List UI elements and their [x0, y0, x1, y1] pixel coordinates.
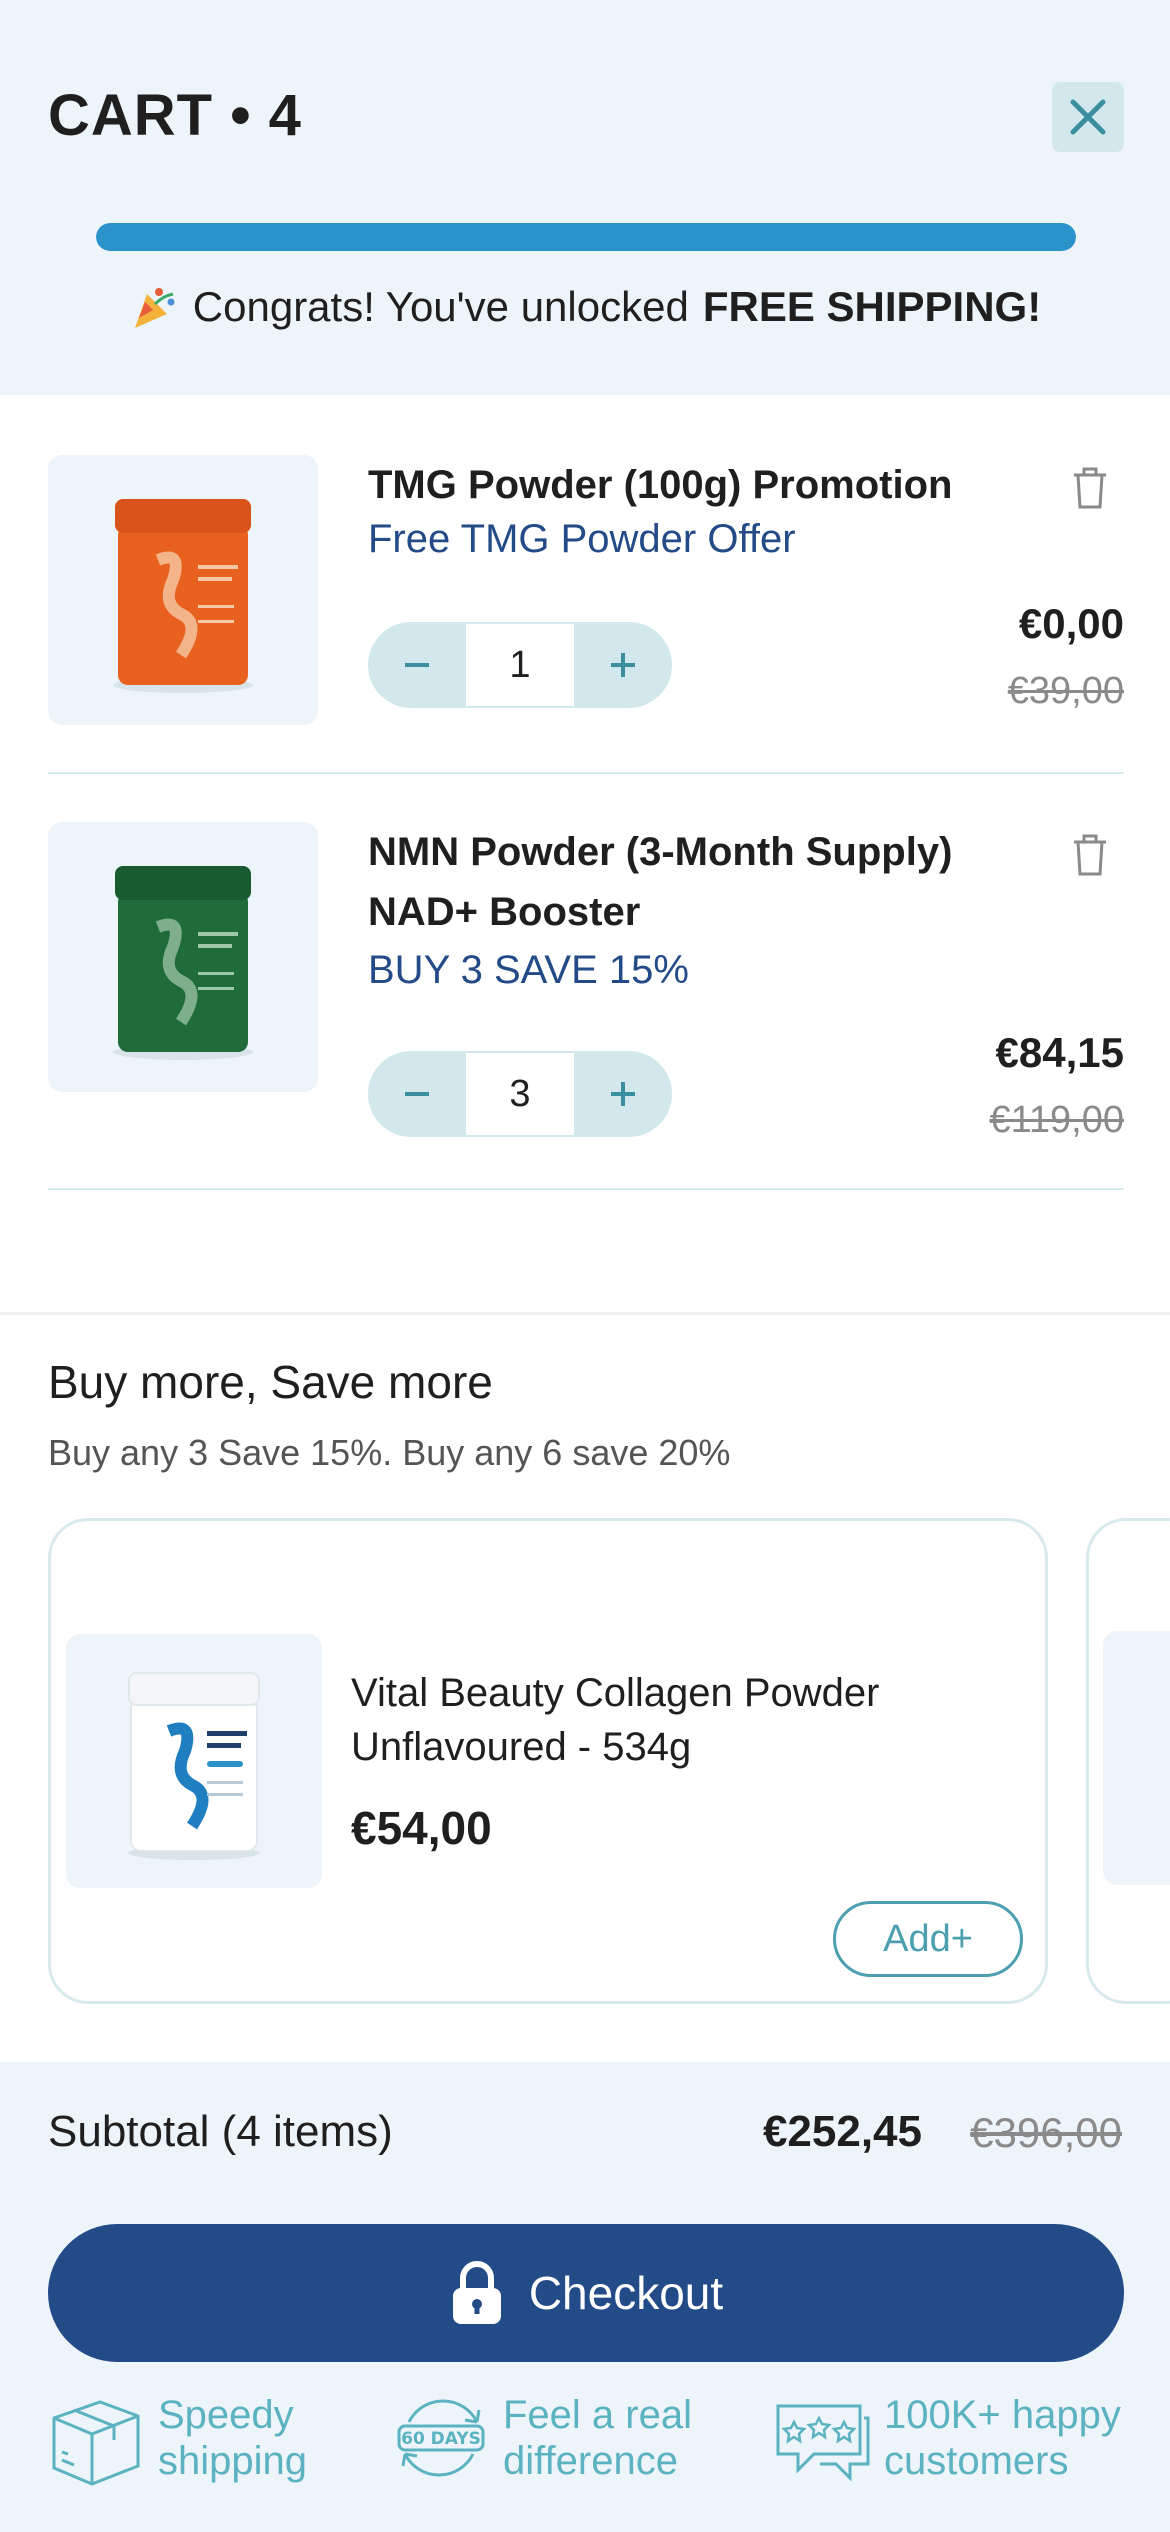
perk-text: Feel a real difference	[503, 2392, 692, 2484]
upsell-subtitle: Buy any 3 Save 15%. Buy any 6 save 20%	[48, 1432, 731, 1473]
quantity-value[interactable]: 3	[466, 1053, 574, 1135]
tmg-product-image[interactable]	[48, 455, 318, 725]
item-divider	[48, 1188, 1124, 1190]
decrease-quantity-button[interactable]	[368, 1051, 466, 1137]
congrats-text: Congrats! You've unlocked	[192, 283, 689, 330]
collagen-jar-illustration	[128, 1672, 260, 1860]
party-popper-icon	[134, 288, 175, 328]
sixty-days-badge: 60 DAYS	[401, 2429, 481, 2449]
subtotal-old-price: €396,00	[970, 2109, 1122, 2156]
nmn-jar-illustration	[113, 866, 253, 1060]
item-title[interactable]: TMG Powder (100g) Promotion	[368, 455, 952, 515]
item-old-price: €39,00	[1007, 670, 1124, 712]
quantity-stepper: 1	[368, 622, 672, 708]
subtotal-label: Subtotal (4 items)	[48, 2107, 393, 2156]
cart-item-tmg: TMG Powder (100g) Promotion Free TMG Pow…	[48, 455, 1124, 725]
perk-line2: customers	[884, 2439, 1069, 2483]
plus-icon	[611, 1082, 635, 1106]
item-old-price: €119,00	[989, 1099, 1124, 1141]
perk-text: 100K+ happy customers	[884, 2392, 1121, 2484]
perk-speedy-shipping: Speedy shipping	[48, 2388, 307, 2488]
minus-icon	[405, 1092, 429, 1096]
item-title-line2[interactable]: NAD+ Booster	[368, 882, 640, 942]
increase-quantity-button[interactable]	[574, 1051, 672, 1137]
add-to-cart-button[interactable]: Add+	[833, 1901, 1023, 1977]
chat-stars-icon	[776, 2404, 870, 2482]
upsell-product-card[interactable]: Vital Beauty Collagen Powder Unflavoured…	[48, 1518, 1048, 2004]
item-price: €0,00	[1018, 600, 1124, 647]
next-product-image	[1103, 1631, 1170, 1885]
close-button[interactable]	[1052, 82, 1124, 152]
free-shipping-text: FREE SHIPPING!	[702, 283, 1042, 330]
checkout-button[interactable]: Checkout	[48, 2224, 1124, 2362]
cart-title: CART • 4	[48, 83, 302, 148]
box-icon	[52, 2400, 140, 2486]
upsell-product-name[interactable]: Vital Beauty Collagen Powder Unflavoured…	[351, 1666, 1011, 1774]
upsell-product-price: €54,00	[351, 1802, 492, 1854]
delete-item-button[interactable]	[1070, 832, 1110, 878]
perk-line1: Speedy	[158, 2393, 294, 2437]
perk-real-difference: 60 DAYS Feel a real difference	[393, 2388, 692, 2488]
cart-footer: Subtotal (4 items) €252,45 €396,00 Check…	[0, 2062, 1170, 2532]
decrease-quantity-button[interactable]	[368, 622, 466, 708]
upsell-title: Buy more, Save more	[48, 1356, 493, 1408]
lock-icon	[452, 2261, 501, 2324]
plus-icon	[611, 653, 635, 677]
perk-line1: Feel a real	[503, 2393, 692, 2437]
subtotal-price: €252,45	[762, 2107, 922, 2156]
item-offer-label: BUY 3 SAVE 15%	[368, 948, 689, 992]
shipping-progress-fill	[96, 223, 1076, 251]
perk-line2: shipping	[158, 2439, 308, 2483]
perk-happy-customers: 100K+ happy customers	[774, 2388, 1121, 2488]
perk-line2: difference	[503, 2439, 678, 2483]
perk-text: Speedy shipping	[158, 2392, 307, 2484]
item-title-line1[interactable]: NMN Powder (3-Month Supply)	[368, 822, 952, 882]
close-icon	[1070, 99, 1106, 135]
tmg-jar-illustration	[113, 499, 253, 693]
item-price: €84,15	[995, 1029, 1124, 1076]
cart-item-nmn: NMN Powder (3-Month Supply) NAD+ Booster…	[48, 822, 1124, 1141]
nmn-product-image[interactable]	[48, 822, 318, 1092]
section-separator	[0, 1312, 1170, 1315]
quantity-stepper: 3	[368, 1051, 672, 1137]
perk-line1: 100K+ happy	[884, 2393, 1121, 2437]
minus-icon	[405, 663, 429, 667]
sixty-days-icon: 60 DAYS	[397, 2399, 485, 2477]
shipping-congrats-message: Congrats! You've unlocked FREE SHIPPING!	[0, 282, 1170, 332]
delete-item-button[interactable]	[1070, 465, 1110, 511]
upsell-next-card[interactable]	[1086, 1518, 1170, 2004]
increase-quantity-button[interactable]	[574, 622, 672, 708]
cart-header: CART • 4 Congrats! You've unlocked FREE S…	[0, 0, 1170, 395]
collagen-product-image[interactable]	[66, 1634, 322, 1888]
quantity-value[interactable]: 1	[466, 624, 574, 706]
checkout-label: Checkout	[528, 2267, 724, 2319]
shipping-progress-bar	[96, 223, 1076, 251]
item-offer-label: Free TMG Powder Offer	[368, 517, 796, 561]
item-divider	[48, 772, 1124, 774]
